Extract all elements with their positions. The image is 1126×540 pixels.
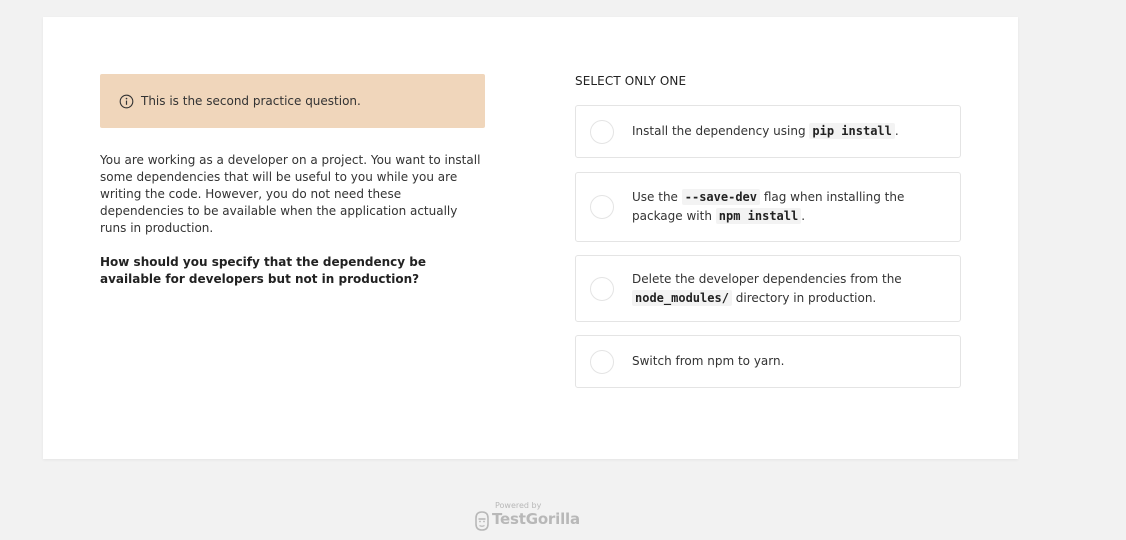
question-card: This is the second practice question. Yo… xyxy=(43,17,1018,459)
answer-option-label: Switch from npm to yarn. xyxy=(632,354,785,368)
powered-by-footer[interactable]: Powered by TestGorilla xyxy=(473,501,593,535)
brand-name: TestGorilla xyxy=(492,510,580,528)
question-text: You are working as a developer on a proj… xyxy=(100,152,485,305)
radio-button[interactable] xyxy=(590,349,614,374)
code-snippet: --save-dev xyxy=(681,189,760,205)
question-ask: How should you specify that the dependen… xyxy=(100,255,427,286)
answer-option-4[interactable]: Switch from npm to yarn. xyxy=(575,335,961,388)
code-snippet: npm install xyxy=(715,208,802,224)
select-instruction: SELECT ONLY ONE xyxy=(575,74,687,88)
practice-notice: This is the second practice question. xyxy=(100,74,485,128)
radio-button[interactable] xyxy=(590,276,614,301)
info-icon xyxy=(119,94,134,109)
answer-option-3[interactable]: Delete the developer dependencies from t… xyxy=(575,255,961,322)
answer-option-label: Delete the developer dependencies from t… xyxy=(632,271,902,306)
radio-button[interactable] xyxy=(590,195,614,219)
code-snippet: node_modules/ xyxy=(632,289,732,306)
answer-option-1[interactable]: Install the dependency using pip install… xyxy=(575,105,961,158)
code-snippet: pip install xyxy=(809,123,895,139)
powered-by-text: Powered by xyxy=(495,501,542,510)
notice-text: This is the second practice question. xyxy=(141,94,361,108)
gorilla-logo-icon xyxy=(473,509,491,533)
answer-option-label: Use the --save-dev flag when installing … xyxy=(632,189,905,224)
question-body: You are working as a developer on a proj… xyxy=(100,153,481,235)
answer-option-label: Install the dependency using pip install… xyxy=(632,123,899,139)
answer-option-2[interactable]: Use the --save-dev flag when installing … xyxy=(575,172,961,242)
radio-button[interactable] xyxy=(590,119,614,144)
